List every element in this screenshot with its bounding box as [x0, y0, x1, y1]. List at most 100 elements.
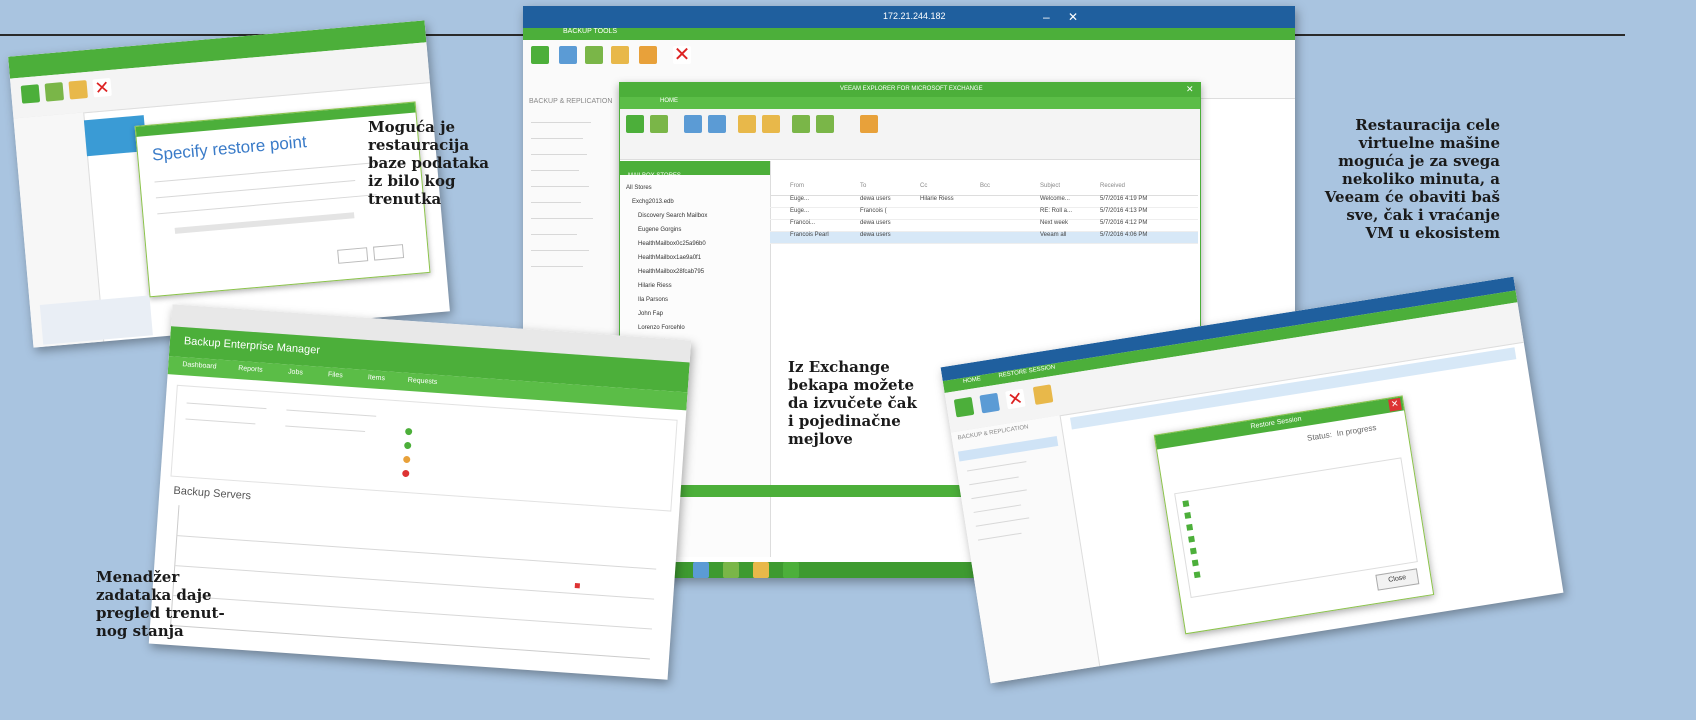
- column-header[interactable]: Bcc: [980, 183, 1040, 195]
- tree-node[interactable]: John Fap: [626, 307, 707, 321]
- instant-recovery-icon[interactable]: [531, 46, 549, 64]
- legend-marker: [574, 583, 581, 589]
- column-header[interactable]: To: [860, 183, 920, 195]
- migrate-icon[interactable]: [953, 396, 975, 418]
- tab-home[interactable]: HOME: [660, 98, 678, 104]
- remove-store-icon[interactable]: [650, 115, 668, 133]
- table-row[interactable]: Euge... Francois ( RE: Roll a... 5/7/201…: [770, 208, 1198, 220]
- nav-item[interactable]: Items: [368, 374, 386, 382]
- tree-item[interactable]: [531, 266, 583, 267]
- tree-node[interactable]: HealthMailbox1ae9a0f1: [626, 251, 707, 265]
- time-slider[interactable]: [174, 212, 355, 234]
- tree-node[interactable]: HealthMailbox28fcab795: [626, 265, 707, 279]
- save-items-icon[interactable]: [684, 115, 702, 133]
- tree-node[interactable]: Lorenzo Forcehlo: [626, 321, 707, 335]
- column-header[interactable]: Cc: [920, 183, 980, 195]
- table-row[interactable]: Francois Pearl dewa users Veeam all 5/7/…: [770, 232, 1198, 244]
- nav-item[interactable]: Files: [328, 371, 343, 379]
- log-check-icon: [1191, 559, 1199, 567]
- tree-item[interactable]: [969, 476, 1019, 486]
- tree-item[interactable]: [531, 170, 579, 171]
- rdp-address: 172.21.244.182: [883, 11, 946, 21]
- guest-files-icon[interactable]: [611, 46, 629, 64]
- export-items-icon[interactable]: [762, 115, 780, 133]
- tree-node[interactable]: Eugene Gorgins: [626, 223, 707, 237]
- application-items-icon[interactable]: [639, 46, 657, 64]
- status-dot-warning: [402, 455, 411, 464]
- cell-to: Francois (: [860, 208, 887, 214]
- tree-item[interactable]: [971, 489, 1027, 500]
- summary-line: [286, 409, 377, 417]
- folder-icon[interactable]: [68, 80, 88, 100]
- tree-node[interactable]: Ila Parsons: [626, 293, 707, 307]
- tree-item[interactable]: [975, 517, 1030, 527]
- table-row[interactable]: Euge... dewa users Hilarie Riess Welcome…: [770, 196, 1198, 208]
- stop-publishing-icon[interactable]: ✕: [1005, 388, 1026, 410]
- tree-item[interactable]: [531, 154, 587, 155]
- cell-to: dewa users: [860, 232, 891, 238]
- restore-folder-icon[interactable]: [792, 115, 810, 133]
- tree-item[interactable]: [966, 461, 1027, 472]
- cell-subject: Welcome...: [1040, 196, 1070, 202]
- cell-cc: [920, 232, 980, 243]
- restore-session-dialog: Restore Session ✕ Status: In progress Cl…: [1153, 395, 1435, 635]
- advanced-find-icon[interactable]: [860, 115, 878, 133]
- message-list: From To Cc Bcc Subject Received Euge... …: [770, 183, 1198, 244]
- open-vm-icon[interactable]: [979, 392, 1001, 414]
- tree-header: MAILBOX STORES: [628, 173, 681, 179]
- delete-icon[interactable]: ✕: [92, 77, 112, 98]
- restore-items-icon[interactable]: [816, 115, 834, 133]
- tree-item[interactable]: [531, 138, 583, 139]
- cell-subject: RE: Roll a...: [1040, 208, 1073, 214]
- dialog-title: Specify restore point: [151, 132, 308, 165]
- minimize-icon[interactable]: –: [1043, 10, 1050, 24]
- tree-node[interactable]: All Stores: [626, 181, 707, 195]
- taskbar-app-icon[interactable]: [723, 562, 739, 578]
- taskbar-app-icon[interactable]: [783, 562, 799, 578]
- tree-node[interactable]: HealthMailbox0c25a96b0: [626, 237, 707, 251]
- tree-item[interactable]: [531, 186, 589, 187]
- close-icon[interactable]: ✕: [1186, 84, 1194, 95]
- explorer-title: VEEAM EXPLORER FOR MICROSOFT EXCHANGE: [840, 86, 983, 92]
- tab-home[interactable]: HOME: [963, 376, 982, 385]
- nav-item[interactable]: Jobs: [288, 369, 303, 377]
- taskbar-app-icon[interactable]: [753, 562, 769, 578]
- tree-node[interactable]: Hilarie Riess: [626, 279, 707, 293]
- cell-from: Euge...: [790, 196, 810, 202]
- delete-icon[interactable]: ✕: [673, 45, 691, 65]
- column-header[interactable]: Received: [1100, 183, 1170, 195]
- table-row[interactable]: Francoi... dewa users Next week 5/7/2016…: [770, 220, 1198, 232]
- next-button[interactable]: [337, 247, 369, 264]
- column-header[interactable]: Subject: [1040, 183, 1100, 195]
- add-store-icon[interactable]: [626, 115, 644, 133]
- vm-files-icon[interactable]: [585, 46, 603, 64]
- export-folder-icon[interactable]: [738, 115, 756, 133]
- tree-item[interactable]: [531, 202, 581, 203]
- restore-icon[interactable]: [20, 84, 41, 104]
- column-header[interactable]: From: [770, 183, 860, 195]
- properties-icon[interactable]: [1032, 384, 1054, 405]
- refresh-icon[interactable]: [44, 82, 65, 102]
- tree-item[interactable]: [977, 532, 1022, 541]
- tree-item[interactable]: [973, 504, 1022, 513]
- tree-item-selected[interactable]: [957, 436, 1059, 462]
- tree-item[interactable]: [531, 250, 589, 251]
- tree-item[interactable]: [531, 218, 593, 219]
- close-button[interactable]: Close: [1375, 568, 1420, 591]
- nav-item[interactable]: Dashboard: [182, 361, 217, 370]
- taskbar-app-icon[interactable]: [693, 562, 709, 578]
- close-icon[interactable]: ✕: [1388, 397, 1402, 412]
- tree-node[interactable]: Exchg2013.edb: [626, 195, 707, 209]
- tree-item[interactable]: [531, 234, 577, 235]
- close-icon[interactable]: ✕: [1068, 10, 1078, 24]
- entire-vm-icon[interactable]: [559, 46, 577, 64]
- nav-item[interactable]: Reports: [238, 365, 263, 374]
- column-headers: From To Cc Bcc Subject Received: [770, 183, 1198, 196]
- log-check-icon: [1184, 512, 1192, 519]
- cell-from: Euge...: [790, 208, 810, 214]
- nav-item[interactable]: Requests: [408, 377, 438, 386]
- cancel-button[interactable]: [373, 244, 405, 261]
- tree-node[interactable]: Discovery Search Mailbox: [626, 209, 707, 223]
- tree-item[interactable]: [531, 122, 591, 123]
- send-items-icon[interactable]: [708, 115, 726, 133]
